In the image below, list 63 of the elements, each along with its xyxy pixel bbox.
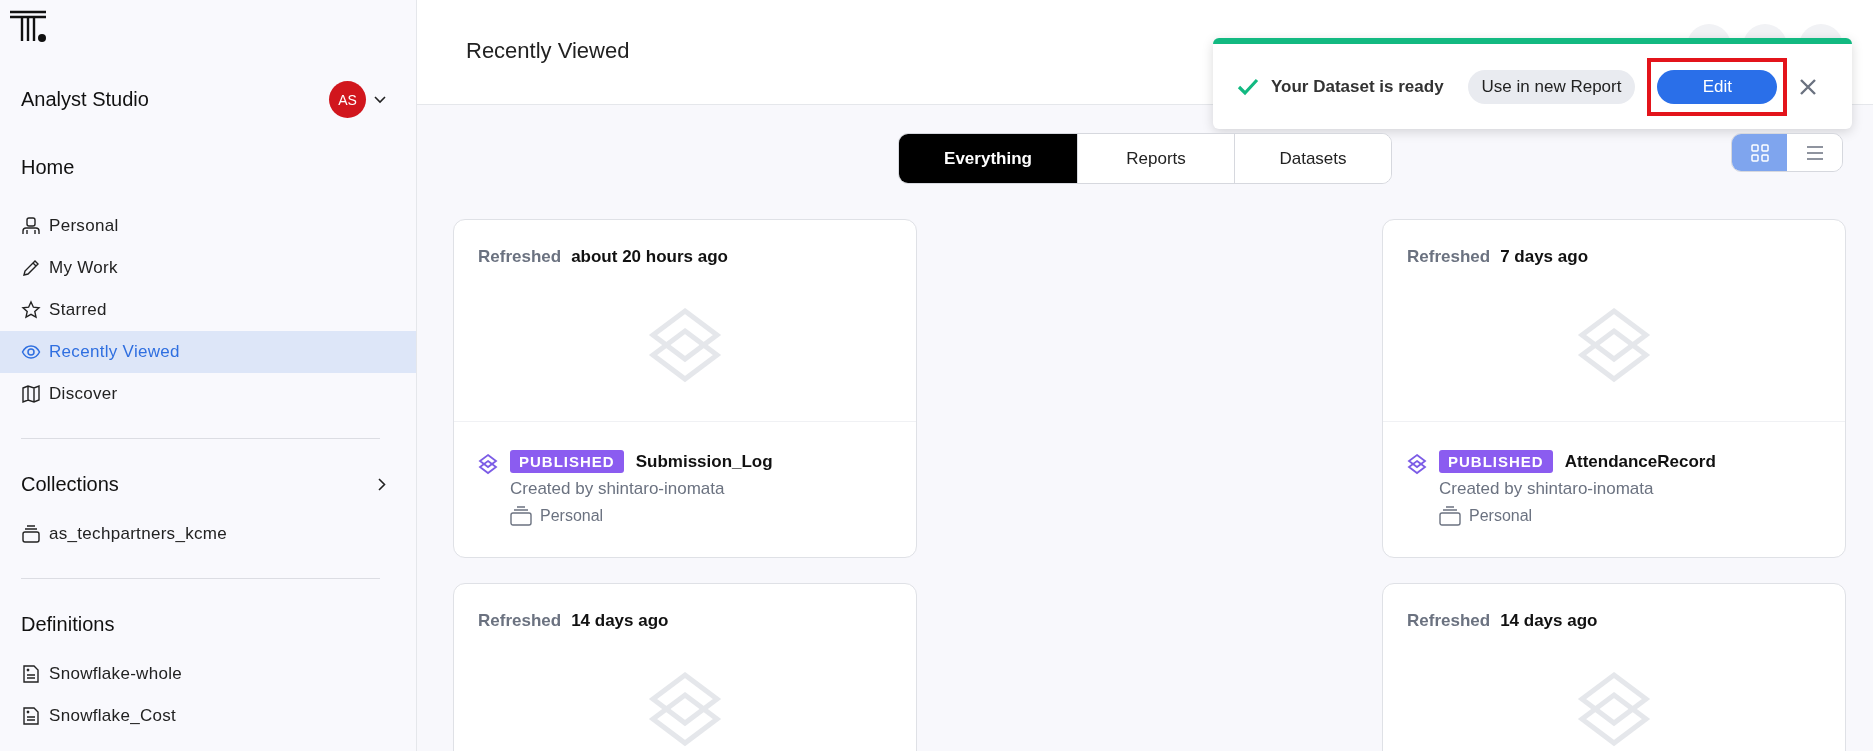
refreshed-label: Refreshed <box>478 247 562 267</box>
page-title: Recently Viewed <box>466 38 630 64</box>
checkmark-icon <box>1237 77 1259 96</box>
map-icon <box>21 384 41 404</box>
layers-icon <box>1576 307 1652 383</box>
refreshed-time: 14 days ago <box>1500 611 1598 631</box>
document-icon <box>21 706 41 726</box>
collection-name: Personal <box>540 507 604 525</box>
nav-item[interactable]: Discover <box>0 373 416 415</box>
list-view-button[interactable] <box>1787 134 1842 171</box>
status-badge: PUBLISHED <box>510 450 624 473</box>
section-heading: Collections <box>21 472 119 496</box>
filter-tab[interactable]: Datasets <box>1234 134 1391 183</box>
layers-icon <box>478 453 498 475</box>
nav-item[interactable]: My Work <box>0 247 416 289</box>
dataset-name[interactable]: Submission_Log <box>635 451 773 472</box>
workspace-name: Analyst Studio <box>21 88 149 111</box>
refreshed-label: Refreshed <box>478 611 562 631</box>
nav-item[interactable]: Personal <box>0 205 416 247</box>
toast-message: Your Dataset is ready <box>1271 76 1444 97</box>
person-icon <box>21 216 41 236</box>
use-in-new-report-button[interactable]: Use in new Report <box>1467 69 1636 104</box>
refreshed-label: Refreshed <box>1407 247 1491 267</box>
star-icon <box>21 300 41 320</box>
layers-icon <box>1407 453 1427 475</box>
section-heading: Home <box>21 155 75 179</box>
chevron-right-icon[interactable] <box>378 477 386 491</box>
nav-item[interactable]: as_techpartners_kcme <box>0 513 416 555</box>
layers-icon <box>647 671 723 747</box>
nav-item[interactable]: Snowflake_Cost <box>0 695 416 737</box>
stack-icon <box>510 505 532 527</box>
document-icon <box>21 664 41 684</box>
dataset-card[interactable]: Refreshed about 20 hours ago PUBLISHED Submission_Log Created by shintaro-inomata Personal <box>453 219 917 558</box>
nav-item[interactable]: Recently Viewed <box>0 331 416 373</box>
filter-tab[interactable]: Everything <box>899 134 1077 183</box>
dataset-card[interactable]: Refreshed 14 days ago <box>1382 583 1846 751</box>
layers-icon <box>1576 671 1652 747</box>
edit-button[interactable]: Edit <box>1657 69 1778 104</box>
status-badge: PUBLISHED <box>1439 450 1553 473</box>
logo-icon[interactable] <box>8 8 48 44</box>
creator-text: Created by shintaro-inomata <box>1439 479 1655 499</box>
refreshed-time: about 20 hours ago <box>571 247 728 267</box>
nav-item[interactable]: Snowflake-whole <box>0 653 416 695</box>
nav-item[interactable]: Starred <box>0 289 416 331</box>
chevron-down-icon[interactable] <box>374 95 386 104</box>
stack-icon <box>21 524 41 544</box>
grid-icon <box>1750 143 1769 162</box>
section-heading: Definitions <box>21 612 115 636</box>
eye-icon <box>21 342 41 362</box>
stack-icon <box>1439 505 1461 527</box>
close-icon[interactable] <box>1799 77 1818 96</box>
refreshed-time: 7 days ago <box>1500 247 1588 267</box>
dataset-card[interactable]: Refreshed 7 days ago PUBLISHED AttendanceRecord Created by shintaro-inomata Personal <box>1382 219 1846 558</box>
dataset-name[interactable]: AttendanceRecord <box>1564 451 1716 472</box>
refreshed-label: Refreshed <box>1407 611 1491 631</box>
pencil-icon <box>21 258 41 278</box>
refreshed-time: 14 days ago <box>571 611 669 631</box>
dataset-card[interactable]: Refreshed 14 days ago <box>453 583 917 751</box>
list-icon <box>1805 144 1824 161</box>
user-avatar[interactable]: AS <box>329 81 366 118</box>
creator-text: Created by shintaro-inomata <box>510 479 726 499</box>
collection-name: Personal <box>1469 507 1533 525</box>
layers-icon <box>647 307 723 383</box>
